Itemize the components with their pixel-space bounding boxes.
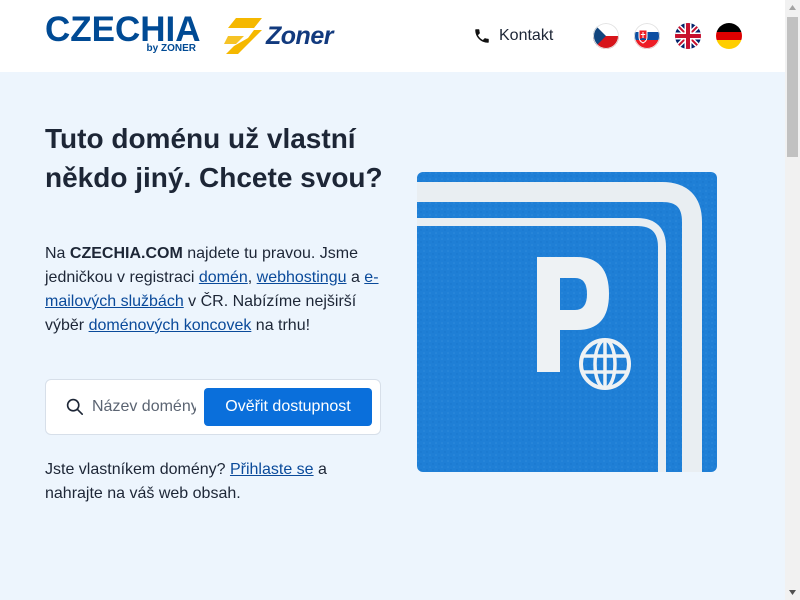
scroll-down-arrow-icon[interactable] <box>785 585 800 600</box>
hero-text-segment: , <box>247 269 257 286</box>
hero-text-segment: Na <box>45 245 70 262</box>
check-availability-button[interactable]: Ověřit dostupnost <box>204 388 372 426</box>
webhosting-link[interactable]: webhostingu <box>257 269 347 286</box>
zoner-logo-text: Zoner <box>266 22 333 50</box>
page-scrollbar[interactable] <box>785 0 800 600</box>
owner-text-segment: Jste vlastníkem domény? <box>45 461 230 478</box>
hero-title: Tuto doménu už vlastní někdo jiný. Chcet… <box>45 123 383 193</box>
czechia-logo-subtext: by ZONER <box>146 43 196 54</box>
contact-link[interactable]: Kontakt <box>473 24 553 48</box>
slovak-flag-icon[interactable] <box>634 23 660 49</box>
parking-sign-image <box>417 172 717 472</box>
domain-search-input[interactable] <box>92 394 196 420</box>
page: CZECHIA by ZONER Zoner Kontakt Tuto domé… <box>0 0 785 600</box>
browser-viewport: CZECHIA by ZONER Zoner Kontakt Tuto domé… <box>0 0 800 600</box>
scrollbar-thumb[interactable] <box>787 17 798 157</box>
parking-sign-illustration <box>417 172 717 472</box>
owner-prompt: Jste vlastníkem domény? Přihlaste se a n… <box>45 458 380 506</box>
login-link[interactable]: Přihlaste se <box>230 461 314 478</box>
zoner-logo[interactable]: Zoner <box>224 16 334 56</box>
czech-flag-icon[interactable] <box>593 23 619 49</box>
german-flag-icon[interactable] <box>716 23 742 49</box>
phone-icon <box>475 29 489 43</box>
contact-label: Kontakt <box>499 27 554 44</box>
scroll-up-arrow-icon[interactable] <box>785 0 800 15</box>
hero-description: Na CZECHIA.COM najdete tu pravou. Jsme j… <box>45 242 390 338</box>
domain-search-box: Ověřit dostupnost <box>45 379 381 435</box>
search-icon <box>66 398 84 416</box>
domains-link[interactable]: domén <box>199 269 248 286</box>
hero-text-segment: a <box>346 269 365 286</box>
zoner-logo-icon <box>224 18 262 54</box>
domain-extensions-link[interactable]: doménových koncovek <box>89 317 252 334</box>
site-header: CZECHIA by ZONER Zoner Kontakt <box>0 0 785 72</box>
uk-flag-icon[interactable] <box>675 23 701 49</box>
czechia-logo[interactable]: CZECHIA by ZONER <box>45 10 201 58</box>
brand-name: CZECHIA.COM <box>69 245 183 262</box>
czechia-logo-text: CZECHIA <box>45 10 201 49</box>
hero-text-segment: na trhu! <box>251 317 311 334</box>
